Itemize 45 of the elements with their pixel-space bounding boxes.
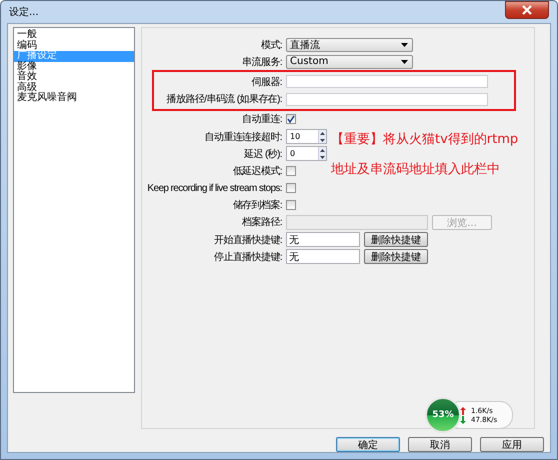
category-item[interactable]: 高级 xyxy=(14,82,134,93)
category-item[interactable]: 麦克风噪音阀 xyxy=(14,93,134,104)
spin-box[interactable]: 0 xyxy=(286,146,327,162)
upload-arrow-icon xyxy=(460,406,466,414)
field-label: 自动重连: xyxy=(241,112,282,126)
category-item[interactable]: 编码 xyxy=(14,40,134,51)
field-label: 串流服务: xyxy=(241,56,282,69)
field-label: 低延迟模式: xyxy=(232,164,282,178)
close-icon xyxy=(521,5,533,15)
field-label: 播放路径/串码流 (如果存在): xyxy=(166,92,282,106)
field-label: 停止直播快捷键: xyxy=(213,250,282,264)
hotkey-field[interactable]: 无 xyxy=(286,249,360,264)
field-label: 档案路径: xyxy=(241,216,282,230)
field-label: 开始直播快捷键: xyxy=(213,234,282,247)
field-label: Keep recording if live stream stops: xyxy=(146,182,282,194)
dialog-button[interactable]: 确定 xyxy=(336,437,400,452)
dropdown[interactable]: Custom xyxy=(286,54,413,69)
checkbox[interactable] xyxy=(286,183,296,194)
field-label: 自动重连连接超时: xyxy=(204,130,282,144)
category-item[interactable]: 一般 xyxy=(14,30,134,40)
window-title: 设定... xyxy=(9,6,39,19)
field-label: 模式: xyxy=(260,38,282,52)
hotkey-field[interactable]: 无 xyxy=(286,232,360,248)
checkbox[interactable] xyxy=(286,114,296,124)
field-label: 伺服器: xyxy=(250,76,282,89)
field-label: 储存到档案: xyxy=(232,198,282,212)
dialog-button[interactable]: 应用 xyxy=(480,437,544,452)
input-field[interactable] xyxy=(286,75,488,88)
download-arrow-icon xyxy=(460,416,466,424)
dropdown[interactable]: 直播流 xyxy=(286,38,413,52)
checkbox[interactable] xyxy=(286,200,296,210)
dialog-button[interactable]: 取消 xyxy=(408,437,472,452)
checkbox[interactable] xyxy=(286,166,296,176)
annotation-text: 【重要】将从火猫tv得到的rtmp xyxy=(331,131,518,149)
spin-box[interactable]: 10 xyxy=(286,129,327,144)
caret-icon xyxy=(401,42,408,47)
field-label: 延迟 (秒): xyxy=(242,148,282,161)
annotation-text: 地址及串流码地址填入此栏中 xyxy=(331,161,501,179)
clear-hotkey-button[interactable]: 删除快捷键 xyxy=(364,249,428,264)
clear-hotkey-button[interactable]: 删除快捷键 xyxy=(364,232,428,248)
category-item[interactable]: 影像 xyxy=(14,62,134,72)
category-item[interactable]: 音效 xyxy=(14,72,134,82)
close-button[interactable] xyxy=(505,1,549,19)
caret-icon xyxy=(401,60,408,64)
input-field[interactable] xyxy=(286,92,488,106)
